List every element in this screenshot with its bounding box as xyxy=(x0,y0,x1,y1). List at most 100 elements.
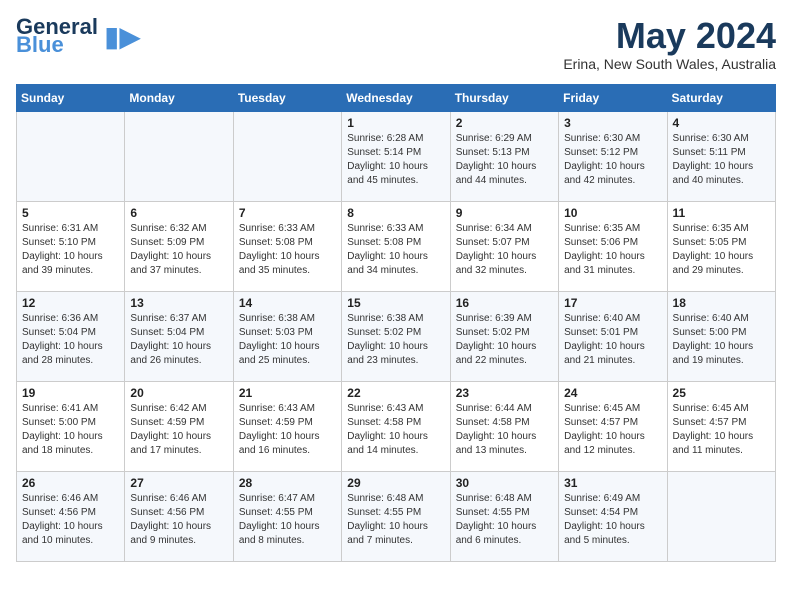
table-row: 19Sunrise: 6:41 AMSunset: 5:00 PMDayligh… xyxy=(17,381,125,471)
day-info: Sunrise: 6:47 AMSunset: 4:55 PMDaylight:… xyxy=(239,492,336,548)
table-row: 31 Sunrise: 6:49 AMSunset: 4:54 PMDayligh… xyxy=(559,471,667,561)
day-info: Sunrise: 6:46 AMSunset: 4:56 PMDaylight:… xyxy=(130,492,227,548)
table-row xyxy=(17,111,125,201)
day-info: Sunrise: 6:42 AMSunset: 4:59 PMDaylight:… xyxy=(130,402,227,458)
day-info: Sunrise: 6:44 AMSunset: 4:58 PMDaylight:… xyxy=(456,402,553,458)
table-row: 3 Sunrise: 6:30 AMSunset: 5:12 PMDaylight… xyxy=(559,111,667,201)
table-row: 6 Sunrise: 6:32 AMSunset: 5:09 PMDaylight… xyxy=(125,201,233,291)
day-info: Sunrise: 6:36 AMSunset: 5:04 PMDaylight:… xyxy=(22,312,119,368)
day-info: Sunrise: 6:30 AMSunset: 5:12 PMDaylight:… xyxy=(564,132,661,188)
day-info: Sunrise: 6:40 AMSunset: 5:01 PMDaylight:… xyxy=(564,312,661,368)
title-month: May 2024 xyxy=(563,16,776,56)
calendar-week-row: 19Sunrise: 6:41 AMSunset: 5:00 PMDayligh… xyxy=(17,381,776,471)
day-number: 7 xyxy=(239,206,336,220)
day-number: 29 xyxy=(347,476,444,490)
table-row: 15 Sunrise: 6:38 AMSunset: 5:02 PMDayligh… xyxy=(342,291,450,381)
table-row xyxy=(125,111,233,201)
calendar-header-row: Sunday Monday Tuesday Wednesday Thursday… xyxy=(17,84,776,111)
logo-line2: Blue xyxy=(16,34,98,56)
day-info: Sunrise: 6:31 AMSunset: 5:10 PMDaylight:… xyxy=(22,222,119,278)
day-info: Sunrise: 6:35 AMSunset: 5:06 PMDaylight:… xyxy=(564,222,661,278)
day-number: 4 xyxy=(673,116,770,130)
day-info: Sunrise: 6:30 AMSunset: 5:11 PMDaylight:… xyxy=(673,132,770,188)
table-row: 1 Sunrise: 6:28 AMSunset: 5:14 PMDaylight… xyxy=(342,111,450,201)
table-row: 8Sunrise: 6:33 AMSunset: 5:08 PMDaylight… xyxy=(342,201,450,291)
table-row: 5Sunrise: 6:31 AMSunset: 5:10 PMDaylight… xyxy=(17,201,125,291)
day-number: 30 xyxy=(456,476,553,490)
day-number: 6 xyxy=(130,206,227,220)
header-tuesday: Tuesday xyxy=(233,84,341,111)
day-info: Sunrise: 6:29 AMSunset: 5:13 PMDaylight:… xyxy=(456,132,553,188)
table-row: 10 Sunrise: 6:35 AMSunset: 5:06 PMDayligh… xyxy=(559,201,667,291)
title-location: Erina, New South Wales, Australia xyxy=(563,56,776,72)
day-number: 31 xyxy=(564,476,661,490)
logo: General Blue ▮▶ xyxy=(16,16,141,56)
day-info: Sunrise: 6:43 AMSunset: 4:58 PMDaylight:… xyxy=(347,402,444,458)
day-number: 22 xyxy=(347,386,444,400)
table-row: 28Sunrise: 6:47 AMSunset: 4:55 PMDayligh… xyxy=(233,471,341,561)
day-info: Sunrise: 6:40 AMSunset: 5:00 PMDaylight:… xyxy=(673,312,770,368)
calendar-table: Sunday Monday Tuesday Wednesday Thursday… xyxy=(16,84,776,562)
table-row: 27 Sunrise: 6:46 AMSunset: 4:56 PMDayligh… xyxy=(125,471,233,561)
table-row: 21Sunrise: 6:43 AMSunset: 4:59 PMDayligh… xyxy=(233,381,341,471)
header-saturday: Saturday xyxy=(667,84,775,111)
day-info: Sunrise: 6:28 AMSunset: 5:14 PMDaylight:… xyxy=(347,132,444,188)
calendar-week-row: 26 Sunrise: 6:46 AMSunset: 4:56 PMDayligh… xyxy=(17,471,776,561)
day-number: 2 xyxy=(456,116,553,130)
day-info: Sunrise: 6:38 AMSunset: 5:02 PMDaylight:… xyxy=(347,312,444,368)
day-info: Sunrise: 6:48 AMSunset: 4:55 PMDaylight:… xyxy=(456,492,553,548)
day-info: Sunrise: 6:34 AMSunset: 5:07 PMDaylight:… xyxy=(456,222,553,278)
day-number: 10 xyxy=(564,206,661,220)
day-number: 23 xyxy=(456,386,553,400)
day-info: Sunrise: 6:32 AMSunset: 5:09 PMDaylight:… xyxy=(130,222,227,278)
calendar-week-row: 1 Sunrise: 6:28 AMSunset: 5:14 PMDaylight… xyxy=(17,111,776,201)
day-info: Sunrise: 6:33 AMSunset: 5:08 PMDaylight:… xyxy=(239,222,336,278)
table-row: 17Sunrise: 6:40 AMSunset: 5:01 PMDayligh… xyxy=(559,291,667,381)
day-info: Sunrise: 6:46 AMSunset: 4:56 PMDaylight:… xyxy=(22,492,119,548)
day-number: 16 xyxy=(456,296,553,310)
header-sunday: Sunday xyxy=(17,84,125,111)
day-info: Sunrise: 6:49 AMSunset: 4:54 PMDaylight:… xyxy=(564,492,661,548)
table-row xyxy=(233,111,341,201)
header-friday: Friday xyxy=(559,84,667,111)
table-row: 30 Sunrise: 6:48 AMSunset: 4:55 PMDayligh… xyxy=(450,471,558,561)
day-number: 21 xyxy=(239,386,336,400)
day-number: 9 xyxy=(456,206,553,220)
day-number: 19 xyxy=(22,386,119,400)
table-row: 12Sunrise: 6:36 AMSunset: 5:04 PMDayligh… xyxy=(17,291,125,381)
table-row: 11Sunrise: 6:35 AMSunset: 5:05 PMDayligh… xyxy=(667,201,775,291)
day-number: 13 xyxy=(130,296,227,310)
day-number: 1 xyxy=(347,116,444,130)
calendar-week-row: 12Sunrise: 6:36 AMSunset: 5:04 PMDayligh… xyxy=(17,291,776,381)
table-row: 24Sunrise: 6:45 AMSunset: 4:57 PMDayligh… xyxy=(559,381,667,471)
day-number: 26 xyxy=(22,476,119,490)
page-header: General Blue ▮▶ May 2024 Erina, New Sout… xyxy=(16,16,776,72)
logo-icon: ▮▶ xyxy=(104,20,141,53)
day-number: 15 xyxy=(347,296,444,310)
day-info: Sunrise: 6:37 AMSunset: 5:04 PMDaylight:… xyxy=(130,312,227,368)
table-row: 9 Sunrise: 6:34 AMSunset: 5:07 PMDaylight… xyxy=(450,201,558,291)
table-row: 18 Sunrise: 6:40 AMSunset: 5:00 PMDayligh… xyxy=(667,291,775,381)
day-number: 14 xyxy=(239,296,336,310)
day-info: Sunrise: 6:33 AMSunset: 5:08 PMDaylight:… xyxy=(347,222,444,278)
table-row: 20 Sunrise: 6:42 AMSunset: 4:59 PMDayligh… xyxy=(125,381,233,471)
day-number: 11 xyxy=(673,206,770,220)
title-block: May 2024 Erina, New South Wales, Austral… xyxy=(563,16,776,72)
table-row: 16Sunrise: 6:39 AMSunset: 5:02 PMDayligh… xyxy=(450,291,558,381)
table-row: 29Sunrise: 6:48 AMSunset: 4:55 PMDayligh… xyxy=(342,471,450,561)
day-number: 3 xyxy=(564,116,661,130)
header-monday: Monday xyxy=(125,84,233,111)
day-number: 20 xyxy=(130,386,227,400)
table-row: 13 Sunrise: 6:37 AMSunset: 5:04 PMDayligh… xyxy=(125,291,233,381)
table-row: 26 Sunrise: 6:46 AMSunset: 4:56 PMDayligh… xyxy=(17,471,125,561)
table-row: 4 Sunrise: 6:30 AMSunset: 5:11 PMDaylight… xyxy=(667,111,775,201)
table-row: 23 Sunrise: 6:44 AMSunset: 4:58 PMDayligh… xyxy=(450,381,558,471)
day-info: Sunrise: 6:38 AMSunset: 5:03 PMDaylight:… xyxy=(239,312,336,368)
header-thursday: Thursday xyxy=(450,84,558,111)
day-number: 18 xyxy=(673,296,770,310)
day-info: Sunrise: 6:45 AMSunset: 4:57 PMDaylight:… xyxy=(564,402,661,458)
table-row: 22 Sunrise: 6:43 AMSunset: 4:58 PMDayligh… xyxy=(342,381,450,471)
table-row xyxy=(667,471,775,561)
day-number: 25 xyxy=(673,386,770,400)
day-number: 27 xyxy=(130,476,227,490)
